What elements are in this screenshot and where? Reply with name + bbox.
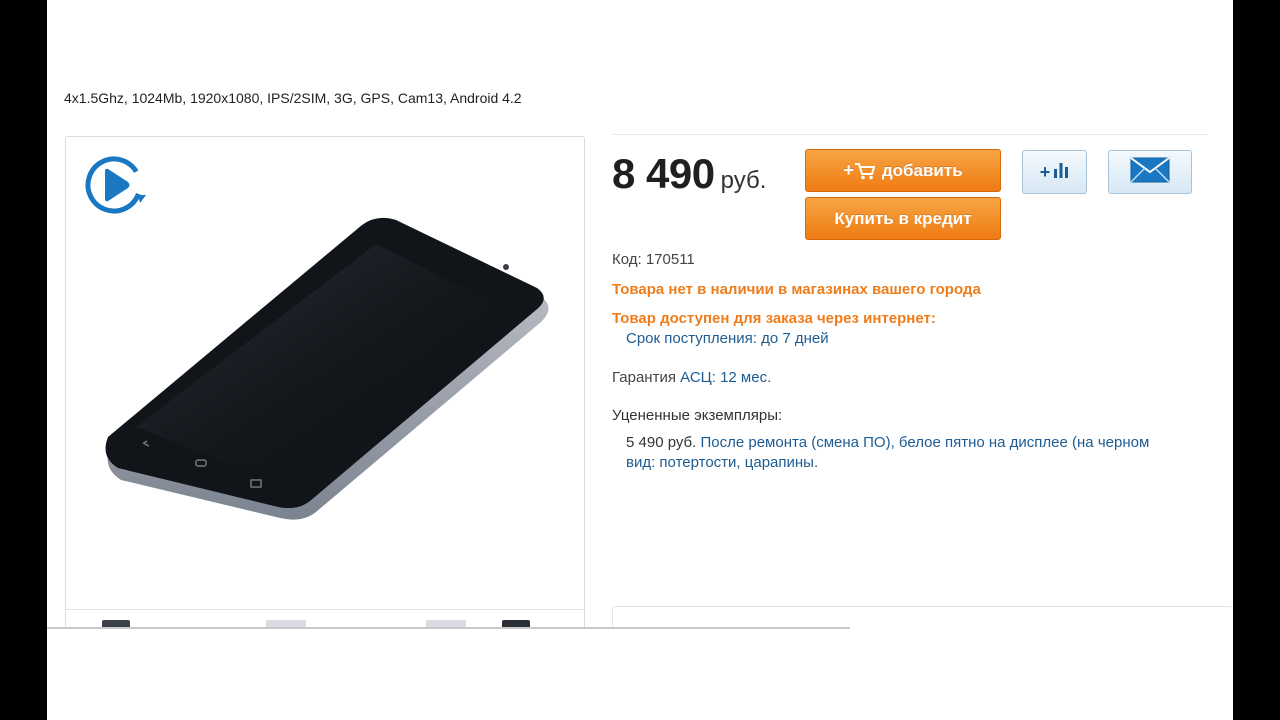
warranty-label: Гарантия (612, 369, 676, 386)
envelope-icon (1130, 156, 1170, 188)
compare-button[interactable]: + (1022, 150, 1087, 194)
email-button[interactable] (1108, 150, 1192, 194)
discounted-price: 5 490 руб. (626, 434, 697, 451)
scroll-divider (47, 627, 850, 629)
add-button-label: добавить (881, 160, 963, 180)
discounted-item[interactable]: 5 490 руб. После ремонта (смена ПО), бел… (626, 433, 1216, 473)
add-prefix: + (843, 160, 854, 180)
warranty-info: Гарантия АСЦ: 12 мес. (612, 369, 771, 386)
product-specs: 4x1.5Ghz, 1024Mb, 1920x1080, IPS/2SIM, 3… (64, 90, 522, 106)
buy-on-credit-button[interactable]: Купить в кредит (805, 197, 1001, 240)
bar-chart-icon (1053, 161, 1069, 184)
warranty-value: : 12 мес. (711, 369, 772, 386)
product-price: 8 490 руб. (612, 150, 766, 198)
product-gallery (65, 136, 585, 638)
warranty-link[interactable]: АСЦ (680, 369, 712, 386)
section-divider (612, 134, 1208, 135)
credit-button-label: Купить в кредит (834, 208, 972, 228)
cart-icon: + (843, 160, 876, 181)
online-order-text: Товар доступен для заказа через интернет… (612, 310, 936, 327)
discounted-items-title: Уцененные экземпляры: (612, 407, 783, 424)
price-currency: руб. (720, 167, 767, 194)
add-to-cart-button[interactable]: + добавить (805, 149, 1001, 192)
discounted-description: После ремонта (смена ПО), белое пятно на… (700, 434, 1150, 451)
product-page: 4x1.5Ghz, 1024Mb, 1920x1080, IPS/2SIM, 3… (47, 0, 1233, 720)
product-code: Код: 170511 (612, 251, 695, 268)
delivery-time-link[interactable]: Срок поступления: до 7 дней (626, 330, 829, 347)
product-image[interactable] (96, 212, 556, 532)
page-cutoff (47, 627, 1233, 720)
discounted-description-line2: вид: потертости, царапины. (626, 454, 819, 471)
price-value: 8 490 (612, 150, 715, 197)
compare-prefix: + (1039, 161, 1051, 182)
out-of-stock-text: Товара нет в наличии в магазинах вашего … (612, 281, 981, 298)
